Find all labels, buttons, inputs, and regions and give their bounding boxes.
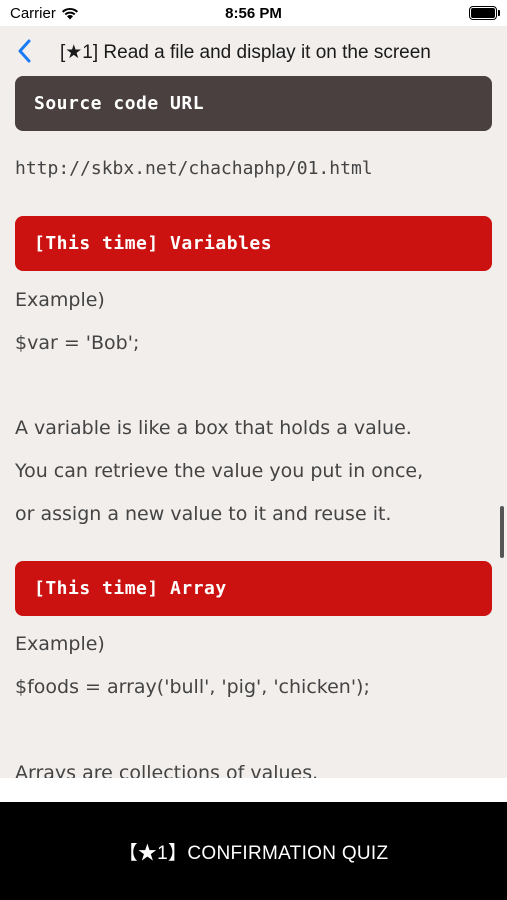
battery-icon — [469, 6, 500, 20]
divider — [0, 778, 507, 802]
navigation-bar: [★1] Read a file and display it on the s… — [0, 26, 507, 76]
back-button[interactable] — [8, 35, 40, 67]
chevron-left-icon — [18, 39, 31, 63]
array-description-line: Arrays are collections of values. — [15, 762, 319, 778]
status-time: 8:56 PM — [225, 5, 282, 22]
confirmation-quiz-label: 【★1】CONFIRMATION QUIZ — [118, 842, 389, 864]
source-url-link[interactable]: http://skbx.net/chachaphp/01.html — [15, 158, 373, 179]
confirmation-quiz-button[interactable]: 【★1】CONFIRMATION QUIZ — [0, 802, 507, 900]
page-title: [★1] Read a file and display it on the s… — [60, 42, 431, 63]
array-example-label: Example) — [15, 633, 105, 655]
variables-example-label: Example) — [15, 289, 105, 311]
source-code-url-header: Source code URL — [15, 76, 492, 131]
status-bar: Carrier 8:56 PM — [0, 0, 507, 26]
variables-description-line: or assign a new value to it and reuse it… — [15, 503, 392, 525]
variables-header: [This time] Variables — [15, 216, 492, 271]
variables-description-line: You can retrieve the value you put in on… — [15, 460, 424, 482]
variables-example-code: $var = 'Bob'; — [15, 332, 140, 354]
array-header: [This time] Array — [15, 561, 492, 616]
vertical-scrollbar[interactable] — [500, 506, 504, 558]
lesson-content[interactable]: Source code URL http://skbx.net/chachaph… — [0, 76, 507, 778]
array-example-code: $foods = array('bull', 'pig', 'chicken')… — [15, 676, 370, 698]
variables-description-line: A variable is like a box that holds a va… — [15, 417, 412, 439]
